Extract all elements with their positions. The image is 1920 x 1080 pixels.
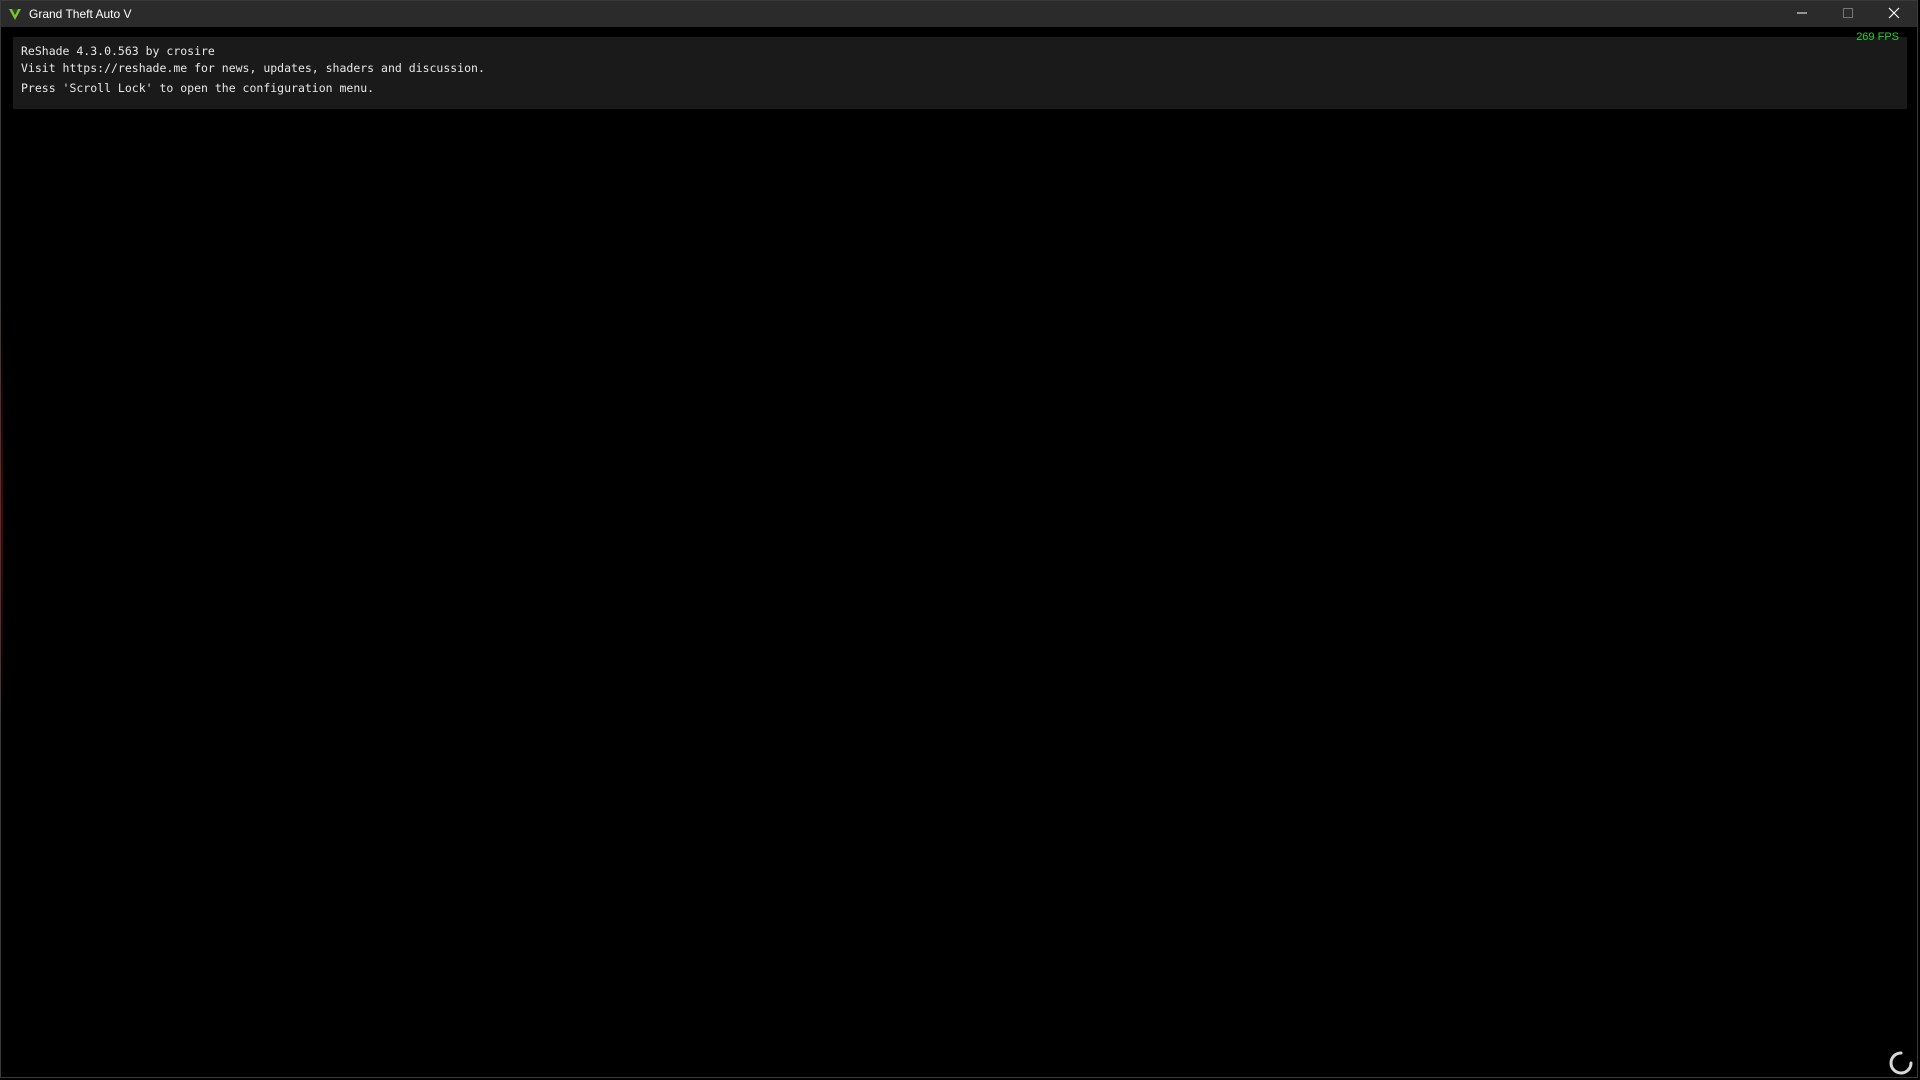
edge-glow	[1, 307, 3, 727]
maximize-icon	[1843, 7, 1853, 21]
reshade-hint-text: Press 'Scroll Lock' to open the configur…	[21, 81, 375, 95]
gta-v-icon	[7, 6, 23, 22]
minimize-icon	[1797, 7, 1807, 21]
loading-spinner-icon	[1889, 1051, 1913, 1075]
window-controls	[1779, 1, 1917, 27]
title-bar[interactable]: Grand Theft Auto V	[1, 1, 1917, 27]
window-title: Grand Theft Auto V	[29, 7, 132, 21]
maximize-button[interactable]	[1825, 1, 1871, 27]
game-window: Grand Theft Auto V ReShade 4.3.0.563 by …	[0, 0, 1918, 1078]
close-button[interactable]	[1871, 1, 1917, 27]
game-viewport[interactable]: ReShade 4.3.0.563 by crosire Visit https…	[1, 27, 1917, 1077]
fps-counter: 269 FPS	[1856, 31, 1899, 43]
reshade-visit-text: Visit https://reshade.me for news, updat…	[21, 61, 485, 75]
close-icon	[1888, 7, 1900, 22]
reshade-version-text: ReShade 4.3.0.563 by crosire	[21, 44, 215, 58]
minimize-button[interactable]	[1779, 1, 1825, 27]
reshade-banner: ReShade 4.3.0.563 by crosire Visit https…	[13, 37, 1907, 109]
